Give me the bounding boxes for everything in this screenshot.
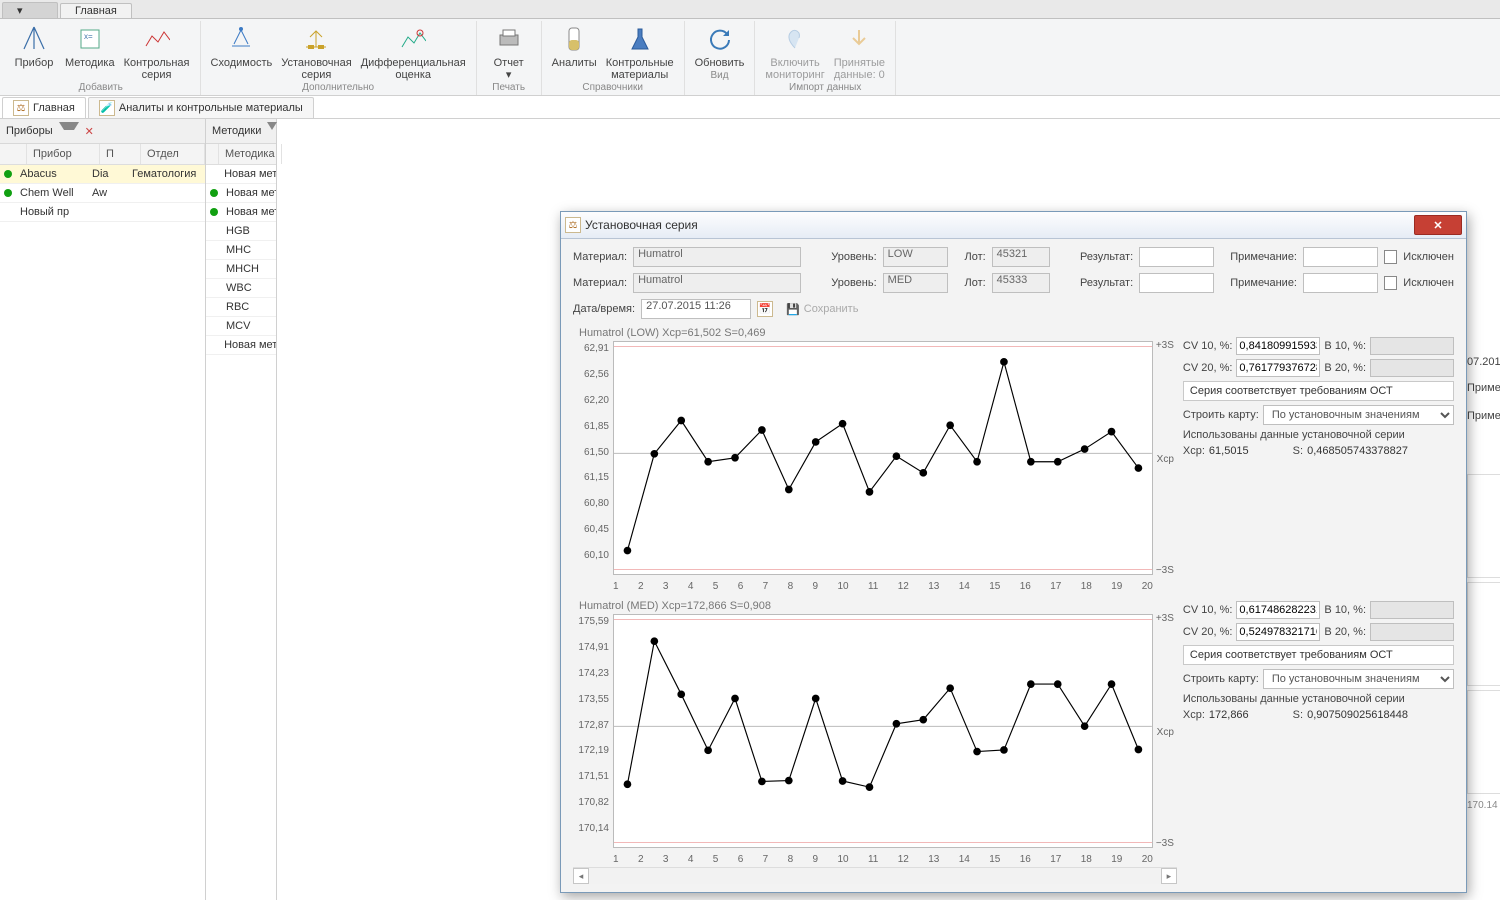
col-p[interactable]: П: [100, 144, 141, 164]
scroll-left-icon[interactable]: ◂: [573, 868, 589, 884]
scales-icon: ⚖: [13, 100, 29, 116]
ribbon-monitor: Включить мониторинг: [761, 21, 828, 81]
device-row[interactable]: Новый пр: [0, 203, 205, 222]
scales-icon: ⚖: [565, 217, 581, 233]
chart2-plot: +3S Xcp −3S: [613, 614, 1153, 848]
method-row[interactable]: Новая мет: [206, 203, 276, 222]
buildmap-select-1[interactable]: По установочным значениям: [1263, 405, 1454, 425]
lot-1: 45321: [992, 247, 1050, 267]
xcp-1: 61,5015: [1209, 445, 1249, 457]
title-tab-main[interactable]: Главная: [60, 3, 132, 18]
lot-2: 45333: [992, 273, 1050, 293]
chart1-title: Humatrol (LOW) Xcp=61,502 S=0,469: [579, 327, 1177, 339]
ribbon-analytes[interactable]: Аналиты: [548, 21, 601, 81]
material-2: Humatrol: [633, 273, 801, 293]
ribbon-group-print: Печать: [492, 82, 525, 93]
ribbon-group-add: Добавить: [79, 82, 123, 93]
excluded-check-1[interactable]: [1384, 250, 1397, 264]
doc-tab-analytes[interactable]: 🧪Аналиты и контрольные материалы: [88, 97, 314, 118]
methods-title: Методики: [212, 125, 261, 137]
bg-chart-stack: +3S+2S+SXcp +3SXcp−3S Xcp−3S 170.14: [1467, 474, 1500, 811]
b20-1[interactable]: [1370, 359, 1454, 377]
ribbon-device[interactable]: Прибор: [8, 21, 60, 81]
ribbon-group-view: Вид: [710, 70, 728, 81]
funnel-clear-icon[interactable]: ✕: [85, 125, 94, 138]
note-input-2[interactable]: [1303, 273, 1378, 293]
col-dept[interactable]: Отдел: [141, 144, 205, 164]
col-device[interactable]: Прибор: [27, 144, 100, 164]
method-row[interactable]: MHCH: [206, 260, 276, 279]
ribbon-converge[interactable]: Сходимость: [207, 21, 277, 81]
scroll-right-icon[interactable]: ▸: [1161, 868, 1177, 884]
chart2-title: Humatrol (MED) Xcp=172,866 S=0,908: [579, 600, 1177, 612]
col-method[interactable]: Методика: [219, 144, 282, 164]
method-row[interactable]: WBC: [206, 279, 276, 298]
ribbon-method[interactable]: x=Методика: [61, 21, 119, 81]
ribbon-diff[interactable]: Дифференциальная оценка: [357, 21, 470, 81]
b10-2[interactable]: [1370, 601, 1454, 619]
ribbon-group-refs: Справочники: [582, 82, 643, 93]
result-input-1[interactable]: [1139, 247, 1214, 267]
filter-icon[interactable]: [59, 122, 79, 140]
method-row[interactable]: MHC: [206, 241, 276, 260]
device-row[interactable]: AbacusDiaГематология: [0, 165, 205, 184]
devices-panel: Приборы ✕ Прибор П Отдел AbacusDiaГематол…: [0, 119, 206, 900]
app-menu-tab[interactable]: ▾: [2, 2, 58, 18]
xcp-2: 172,866: [1209, 709, 1249, 721]
ribbon-accepted: Принятые данные: 0: [830, 21, 889, 81]
bg-form: 07.2015 📅 ▾ Примечание:Исключен Примечан…: [1467, 354, 1500, 426]
calendar-icon[interactable]: 📅: [757, 301, 773, 317]
method-row[interactable]: HGB: [206, 222, 276, 241]
s-2: 0,907509025618448: [1307, 709, 1408, 721]
used-data-2: Использованы данные установочной серии: [1183, 693, 1454, 705]
ribbon-refresh[interactable]: Обновить: [691, 21, 749, 69]
material-1: Humatrol: [633, 247, 801, 267]
method-row[interactable]: Новая мет: [206, 165, 276, 184]
chart1-plot: +3S Xcp −3S: [613, 341, 1153, 575]
b10-1[interactable]: [1370, 337, 1454, 355]
b20-2[interactable]: [1370, 623, 1454, 641]
doc-tab-main[interactable]: ⚖Главная: [2, 97, 86, 118]
method-row[interactable]: RBC: [206, 298, 276, 317]
save-button: 💾Сохранить: [779, 301, 865, 318]
ribbon-group-import: Импорт данных: [789, 82, 861, 93]
status-2: Серия соответствует требованиям ОСТ: [1183, 645, 1454, 665]
device-row[interactable]: Chem WellAw: [0, 184, 205, 203]
cv10-1[interactable]: [1236, 337, 1320, 355]
note-input-1[interactable]: [1303, 247, 1378, 267]
method-row[interactable]: MCV: [206, 317, 276, 336]
ribbon-setup-series[interactable]: Установочная серия: [277, 21, 355, 81]
excluded-check-2[interactable]: [1384, 276, 1397, 290]
ribbon-group-extra: Дополнительно: [302, 82, 374, 93]
filter-icon[interactable]: [267, 122, 277, 140]
svg-text:x=: x=: [84, 32, 93, 41]
disk-icon: 💾: [786, 303, 800, 316]
cv20-2[interactable]: [1236, 623, 1320, 641]
used-data-1: Использованы данные установочной серии: [1183, 429, 1454, 441]
status-1: Серия соответствует требованиям ОСТ: [1183, 381, 1454, 401]
datetime-input[interactable]: 27.07.2015 11:26: [641, 299, 751, 319]
level-2: MED: [883, 273, 949, 293]
method-row[interactable]: Новая мет: [206, 184, 276, 203]
ribbon-series[interactable]: Контрольная серия: [120, 21, 194, 81]
chart-scrollbar[interactable]: ◂ ▸: [573, 867, 1177, 884]
close-button[interactable]: ✕: [1414, 215, 1462, 235]
flask-icon: 🧪: [99, 100, 115, 116]
level-1: LOW: [883, 247, 949, 267]
ribbon: Прибор x=Методика Контрольная серия Доба…: [0, 19, 1500, 96]
ribbon-report[interactable]: Отчет▾: [483, 21, 535, 81]
buildmap-select-2[interactable]: По установочным значениям: [1263, 669, 1454, 689]
cv10-2[interactable]: [1236, 601, 1320, 619]
setup-series-dialog: ⚖ Установочная серия ✕ Материал:Humatrol…: [560, 211, 1467, 893]
ribbon-materials[interactable]: Контрольные материалы: [602, 21, 678, 81]
devices-title: Приборы: [6, 125, 53, 137]
method-row[interactable]: Новая мет: [206, 336, 276, 355]
s-1: 0,468505743378827: [1307, 445, 1408, 457]
cv20-1[interactable]: [1236, 359, 1320, 377]
result-input-2[interactable]: [1139, 273, 1214, 293]
dialog-title: Установочная серия: [581, 218, 1414, 232]
methods-panel: Методики Методика Новая метНовая метНова…: [206, 119, 277, 900]
